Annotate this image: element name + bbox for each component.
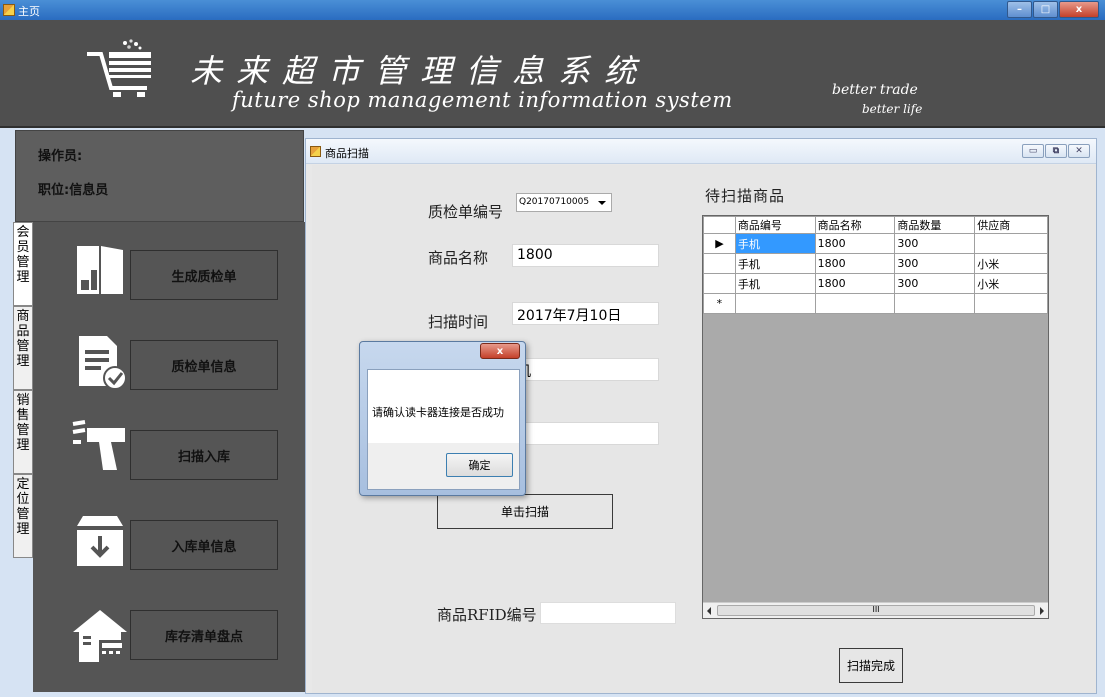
current-row-marker[interactable]: ▶ bbox=[703, 233, 736, 254]
qc-number-value: Q20170710005 bbox=[519, 197, 590, 207]
goods-quantity-input[interactable]: 1 bbox=[512, 422, 659, 445]
goods-type-input[interactable]: 机 bbox=[512, 358, 659, 381]
scan-time-label: 扫描时间 bbox=[428, 313, 489, 331]
archive-box-icon bbox=[77, 516, 123, 566]
user-info-panel: 操作员: 职位:信息员 bbox=[15, 130, 304, 222]
row-header[interactable] bbox=[703, 273, 736, 294]
child-window-titlebar: 商品扫描 ▭ ⧉ ✕ bbox=[306, 139, 1096, 164]
main-window-titlebar: 主页 – □ x bbox=[0, 0, 1105, 20]
dialog-close-button[interactable]: x bbox=[480, 343, 520, 359]
scan-complete-button[interactable]: 扫描完成 bbox=[839, 648, 903, 683]
menu-inbound-info-button[interactable]: 入库单信息 bbox=[130, 520, 278, 570]
table-cell[interactable]: 手机 bbox=[734, 253, 816, 274]
table-cell[interactable]: 300 bbox=[894, 253, 976, 274]
goods-name-label: 商品名称 bbox=[428, 249, 489, 267]
app-title-chinese: 未来超市管理信息系统 bbox=[190, 52, 651, 90]
menu-inventory-check-button[interactable]: 库存清单盘点 bbox=[130, 610, 278, 660]
table-cell[interactable]: 1800 bbox=[814, 233, 896, 254]
tab-member-management[interactable]: 会员管理 bbox=[13, 222, 33, 306]
horizontal-scrollbar[interactable]: III bbox=[703, 602, 1048, 618]
column-header[interactable]: 商品数量 bbox=[894, 216, 976, 234]
message-dialog: x 请确认读卡器连接是否成功 确定 bbox=[359, 341, 526, 496]
slogan-line-2: better life bbox=[862, 102, 923, 116]
rfid-label: 商品RFID编号 bbox=[437, 606, 537, 624]
minimize-button[interactable]: – bbox=[1007, 1, 1032, 18]
dialog-message: 请确认读卡器连接是否成功 bbox=[372, 406, 504, 419]
child-restore-button[interactable]: ⧉ bbox=[1045, 144, 1067, 158]
scrollbar-thumb[interactable]: III bbox=[717, 605, 1035, 616]
table-cell[interactable]: 手机 bbox=[734, 233, 816, 254]
table-cell[interactable] bbox=[734, 293, 816, 314]
click-scan-button[interactable]: 单击扫描 bbox=[437, 494, 613, 529]
scan-time-input[interactable]: 2017年7月10日 bbox=[512, 302, 659, 325]
dialog-footer: 确定 bbox=[368, 443, 519, 489]
table-cell[interactable]: 1800 bbox=[814, 253, 896, 274]
table-row[interactable]: ▶ 手机 1800 300 bbox=[703, 233, 1048, 254]
window-title: 主页 bbox=[18, 5, 40, 18]
pending-goods-grid: 商品编号 商品名称 商品数量 供应商 ▶ 手机 1800 300 手机 1800… bbox=[702, 215, 1049, 619]
window-controls: – □ x bbox=[1006, 1, 1099, 18]
menu-generate-qc-button[interactable]: 生成质检单 bbox=[130, 250, 278, 300]
app-title-english: future shop management information syste… bbox=[232, 88, 733, 112]
table-cell[interactable]: 小米 bbox=[974, 273, 1048, 294]
pending-goods-table: 商品编号 商品名称 商品数量 供应商 ▶ 手机 1800 300 手机 1800… bbox=[703, 216, 1048, 314]
pending-goods-title: 待扫描商品 bbox=[705, 187, 786, 205]
function-menu-panel: 生成质检单 质检单信息 扫描入库 入库单信息 库存清单盘点 bbox=[33, 222, 305, 692]
table-cell[interactable]: 1800 bbox=[814, 273, 896, 294]
table-cell[interactable]: 300 bbox=[894, 233, 976, 254]
scroll-left-icon[interactable] bbox=[707, 607, 711, 615]
table-row[interactable]: 手机 1800 300 小米 bbox=[703, 253, 1048, 274]
window-icon bbox=[310, 146, 321, 157]
column-header[interactable]: 商品编号 bbox=[734, 216, 816, 234]
child-minimize-button[interactable]: ▭ bbox=[1022, 144, 1044, 158]
new-row-marker[interactable]: * bbox=[703, 293, 736, 314]
scroll-right-icon[interactable] bbox=[1040, 607, 1044, 615]
table-cell[interactable] bbox=[814, 293, 896, 314]
menu-scan-inbound-button[interactable]: 扫描入库 bbox=[130, 430, 278, 480]
tab-location-management[interactable]: 定位管理 bbox=[13, 474, 33, 558]
chevron-down-icon bbox=[598, 201, 606, 205]
dialog-ok-button[interactable]: 确定 bbox=[446, 453, 513, 477]
table-cell[interactable]: 小米 bbox=[974, 253, 1048, 274]
qc-number-label: 质检单编号 bbox=[428, 203, 504, 221]
tab-goods-management[interactable]: 商品管理 bbox=[13, 306, 33, 390]
dialog-body: 请确认读卡器连接是否成功 确定 bbox=[367, 369, 520, 490]
table-cell[interactable] bbox=[974, 293, 1048, 314]
maximize-button[interactable]: □ bbox=[1033, 1, 1058, 18]
warehouse-calculator-icon bbox=[73, 610, 127, 662]
table-cell[interactable]: 手机 bbox=[734, 273, 816, 294]
vertical-tab-strip: 会员管理 商品管理 销售管理 定位管理 bbox=[13, 222, 33, 572]
menu-qc-info-button[interactable]: 质检单信息 bbox=[130, 340, 278, 390]
app-icon bbox=[3, 4, 15, 16]
row-header[interactable] bbox=[703, 253, 736, 274]
table-header-row: 商品编号 商品名称 商品数量 供应商 bbox=[703, 216, 1048, 234]
child-close-button[interactable]: ✕ bbox=[1068, 144, 1090, 158]
header-banner: 未来超市管理信息系统 future shop management inform… bbox=[0, 20, 1105, 128]
new-row[interactable]: * bbox=[703, 293, 1048, 314]
table-cell[interactable]: 300 bbox=[894, 273, 976, 294]
document-check-icon bbox=[79, 336, 127, 390]
rfid-input[interactable] bbox=[540, 602, 676, 624]
child-window-controls: ▭ ⧉ ✕ bbox=[1021, 144, 1090, 158]
column-header[interactable]: 商品名称 bbox=[814, 216, 896, 234]
child-window-title: 商品扫描 bbox=[325, 147, 369, 160]
document-icon bbox=[77, 246, 123, 294]
shopping-cart-icon bbox=[87, 39, 151, 97]
qc-number-select[interactable]: Q20170710005 bbox=[516, 193, 612, 212]
tab-sales-management[interactable]: 销售管理 bbox=[13, 390, 33, 474]
slogan-line-1: better trade bbox=[832, 82, 918, 98]
operator-label: 操作员: bbox=[38, 149, 83, 164]
table-cell[interactable] bbox=[894, 293, 976, 314]
table-cell[interactable] bbox=[974, 233, 1048, 254]
row-header-corner bbox=[703, 216, 736, 234]
table-row[interactable]: 手机 1800 300 小米 bbox=[703, 273, 1048, 294]
scanner-gun-icon bbox=[72, 420, 125, 470]
close-button[interactable]: x bbox=[1059, 1, 1099, 18]
position-label: 职位:信息员 bbox=[38, 183, 109, 198]
column-header[interactable]: 供应商 bbox=[974, 216, 1048, 234]
goods-name-input[interactable]: 1800 bbox=[512, 244, 659, 267]
